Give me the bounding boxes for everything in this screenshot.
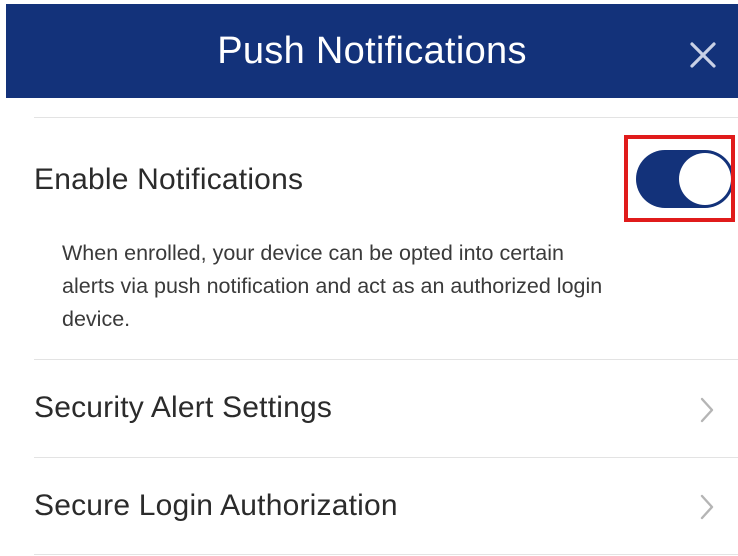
security-alert-settings-label: Security Alert Settings	[34, 391, 333, 424]
divider	[34, 554, 738, 555]
close-icon	[690, 42, 716, 68]
push-notifications-screen: Push Notifications Enable Notifications …	[0, 0, 738, 556]
secure-login-authorization-row[interactable]: Secure Login Authorization	[0, 458, 738, 554]
toggle-highlight-box	[624, 135, 735, 222]
close-button[interactable]	[686, 38, 720, 72]
chevron-right-icon	[700, 397, 714, 423]
chevron-right-icon	[700, 494, 714, 520]
enable-notifications-description: When enrolled, your device can be opted …	[62, 241, 603, 331]
enable-notifications-label: Enable Notifications	[34, 163, 304, 196]
secure-login-authorization-label: Secure Login Authorization	[34, 489, 398, 522]
page-title: Push Notifications	[217, 30, 527, 72]
security-alert-settings-row[interactable]: Security Alert Settings	[0, 360, 738, 456]
header-bar: Push Notifications	[6, 4, 738, 98]
divider	[34, 117, 738, 118]
